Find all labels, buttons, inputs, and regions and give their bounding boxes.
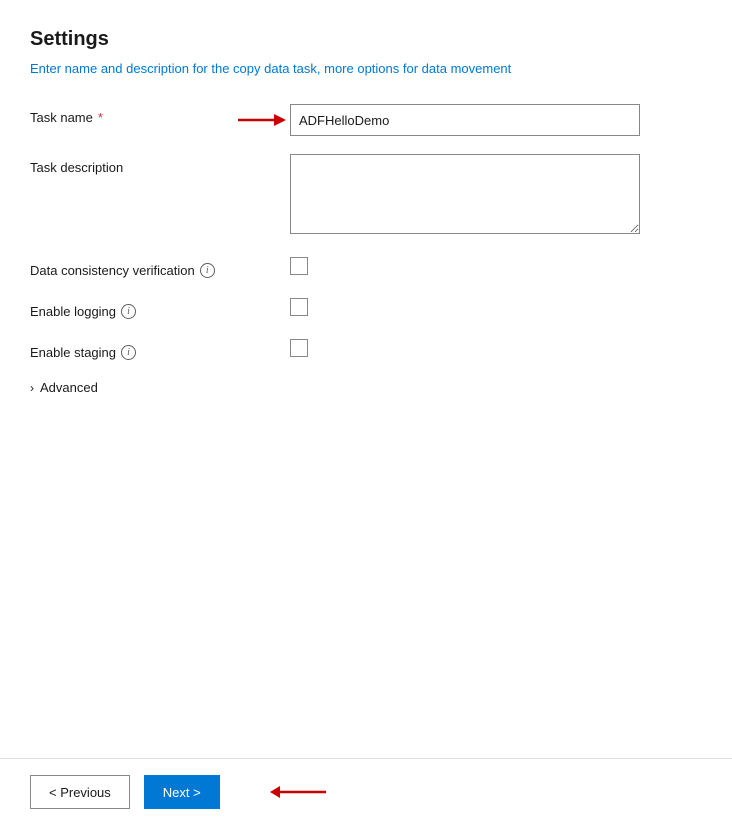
footer-area: < Previous Next > <box>0 758 732 825</box>
enable-staging-label: Enable staging i <box>30 339 290 360</box>
data-consistency-label: Data consistency verification i <box>30 257 290 278</box>
page-subtitle: Enter name and description for the copy … <box>30 61 702 76</box>
task-name-input[interactable] <box>290 104 640 136</box>
task-description-control <box>290 154 702 239</box>
enable-logging-info-icon[interactable]: i <box>121 304 136 319</box>
next-button-arrow <box>270 781 326 803</box>
data-consistency-checkbox[interactable] <box>290 257 308 275</box>
enable-staging-row: Enable staging i <box>30 339 702 362</box>
task-description-input[interactable] <box>290 154 640 234</box>
task-name-arrow <box>238 110 286 130</box>
enable-staging-control <box>290 339 702 362</box>
previous-button[interactable]: < Previous <box>30 775 130 809</box>
enable-logging-label: Enable logging i <box>30 298 290 319</box>
task-name-row: Task name * <box>30 104 702 136</box>
advanced-label: Advanced <box>40 380 98 395</box>
content-area: Settings Enter name and description for … <box>0 0 732 758</box>
data-consistency-row: Data consistency verification i <box>30 257 702 280</box>
page-title: Settings <box>30 28 702 51</box>
task-name-wrapper <box>290 104 702 136</box>
task-description-label: Task description <box>30 154 290 175</box>
enable-staging-info-icon[interactable]: i <box>121 345 136 360</box>
page-container: Settings Enter name and description for … <box>0 0 732 825</box>
required-star: * <box>98 110 103 125</box>
chevron-right-icon: › <box>30 381 34 395</box>
task-description-row: Task description <box>30 154 702 239</box>
data-consistency-control <box>290 257 702 280</box>
next-button[interactable]: Next > <box>144 775 220 809</box>
enable-logging-control <box>290 298 702 321</box>
data-consistency-info-icon[interactable]: i <box>200 263 215 278</box>
enable-logging-checkbox[interactable] <box>290 298 308 316</box>
enable-staging-checkbox[interactable] <box>290 339 308 357</box>
advanced-section[interactable]: › Advanced <box>30 380 702 395</box>
task-name-control <box>290 104 702 136</box>
enable-logging-row: Enable logging i <box>30 298 702 321</box>
